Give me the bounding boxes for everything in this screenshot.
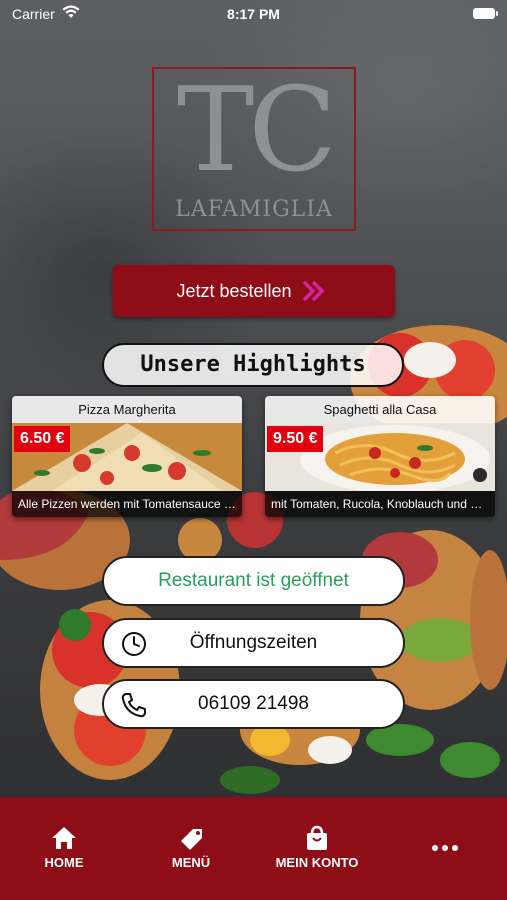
tab-more[interactable] xyxy=(415,797,475,900)
highlights-title: Unsere Highlights xyxy=(102,343,404,387)
status-bar: Carrier 8:17 PM xyxy=(0,0,507,28)
tab-my-account[interactable]: MEIN KONTO xyxy=(262,797,372,900)
card-title: Spaghetti alla Casa xyxy=(265,396,495,423)
tab-home[interactable]: HOME xyxy=(28,797,100,900)
battery-icon xyxy=(473,8,498,19)
price-badge: 6.50 € xyxy=(14,426,71,452)
clock-time: 8:17 PM xyxy=(227,6,280,22)
opening-hours-button[interactable]: Öffnungszeiten xyxy=(102,618,405,668)
tab-home-label: HOME xyxy=(44,855,84,870)
price-badge: 9.50 € xyxy=(267,426,324,452)
tab-menu[interactable]: MENÜ xyxy=(155,797,227,900)
opening-hours-label: Öffnungszeiten xyxy=(189,632,318,653)
order-now-label: Jetzt bestellen xyxy=(176,280,292,301)
restaurant-logo: TC LAFAMIGLIA xyxy=(152,67,356,231)
logo-subtitle: LAFAMIGLIA xyxy=(175,197,333,222)
tab-menu-label: MENÜ xyxy=(171,855,211,870)
phone-icon xyxy=(121,693,146,718)
phone-number-label: 06109 21498 xyxy=(198,693,309,714)
more-dots-icon xyxy=(432,845,458,851)
restaurant-open-status: Restaurant ist geöffnet xyxy=(102,556,405,606)
clock-icon xyxy=(122,632,146,656)
order-now-button[interactable]: Jetzt bestellen xyxy=(113,265,395,317)
tag-icon xyxy=(181,829,202,850)
card-title: Pizza Margherita xyxy=(12,396,242,423)
home-icon xyxy=(52,827,76,849)
tab-bar: HOME MENÜ MEIN KONTO xyxy=(0,797,507,900)
highlight-card-pizza[interactable]: Pizza Margherita 6.50 € Alle Pizzen werd… xyxy=(12,396,242,517)
logo-monogram: TC xyxy=(176,63,337,198)
double-chevron-right-icon xyxy=(302,280,325,302)
highlight-card-spaghetti[interactable]: Spaghetti alla Casa 9.50 € mit Tomaten, … xyxy=(265,396,495,517)
card-description: Alle Pizzen werden mit Tomatensauce u... xyxy=(12,491,242,517)
open-status-label: Restaurant ist geöffnet xyxy=(158,570,349,591)
phone-call-button[interactable]: 06109 21498 xyxy=(102,679,405,729)
tab-my-account-label: MEIN KONTO xyxy=(275,855,359,870)
card-description: mit Tomaten, Rucola, Knoblauch und Pe... xyxy=(265,491,495,517)
shopping-bag-icon xyxy=(307,825,327,850)
